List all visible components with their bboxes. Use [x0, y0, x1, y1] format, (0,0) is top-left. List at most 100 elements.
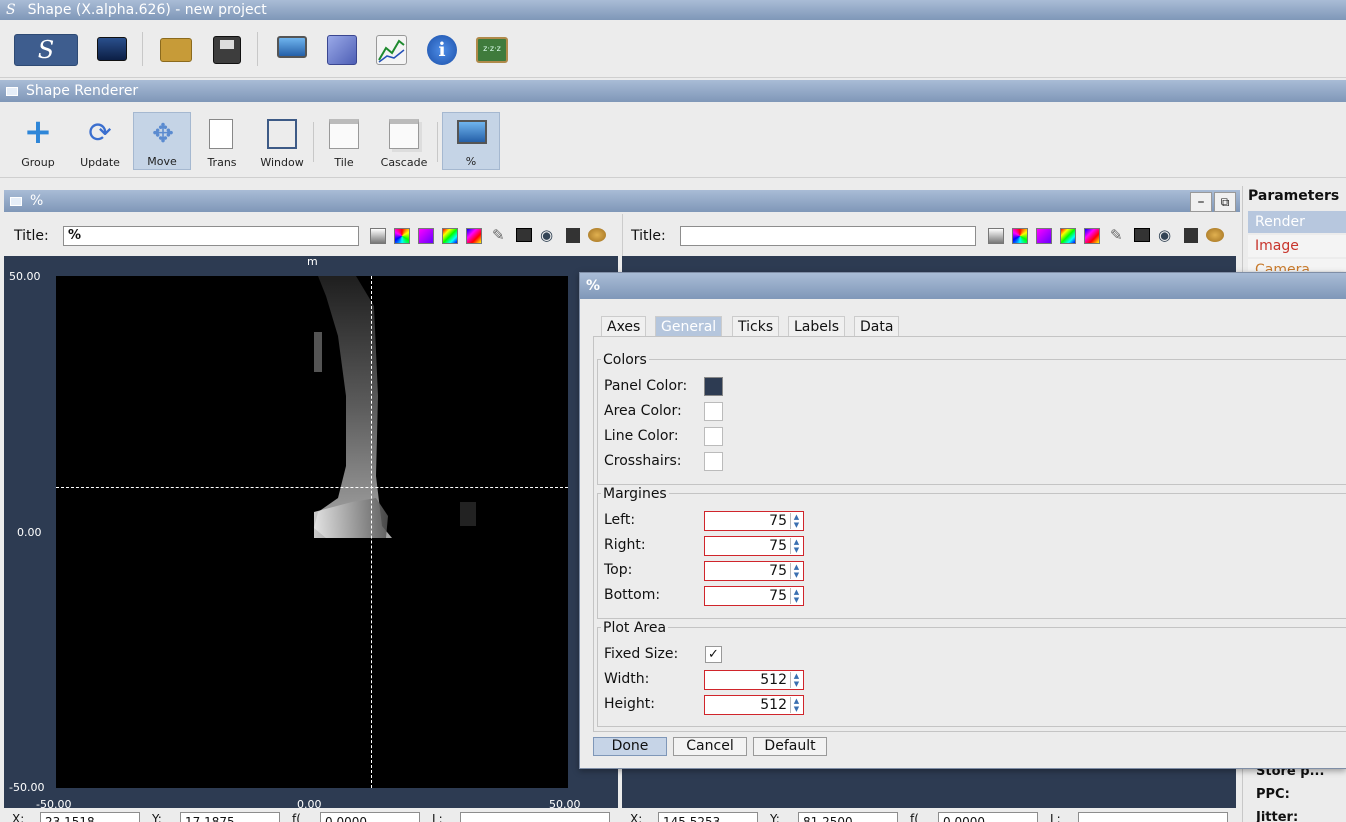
- tab-general[interactable]: General: [655, 316, 723, 336]
- right-title-input[interactable]: [680, 226, 976, 246]
- top-margin-label: Top:: [604, 562, 633, 578]
- crosshair-vertical: [371, 276, 372, 788]
- tab-data[interactable]: Data: [854, 316, 900, 336]
- screen-icon[interactable]: [97, 37, 127, 61]
- rainbow-palette-icon[interactable]: [1012, 228, 1028, 244]
- left-l-label: L:: [432, 812, 443, 822]
- spectrum-palette-icon[interactable]: [1060, 228, 1076, 244]
- minimize-button[interactable]: –: [1190, 192, 1212, 212]
- top-margin-spinner[interactable]: 75 ▲ ▼: [704, 561, 804, 581]
- spinner-arrows-icon[interactable]: ▲ ▼: [790, 588, 802, 604]
- left-x-label: X:: [12, 812, 25, 822]
- colors-group-title: Colors: [601, 352, 649, 368]
- tab-axes[interactable]: Axes: [601, 316, 647, 336]
- width-spinner[interactable]: 512 ▲ ▼: [704, 670, 804, 690]
- info-icon[interactable]: i: [427, 35, 457, 65]
- palette-icon[interactable]: [1206, 228, 1224, 242]
- left-f-field[interactable]: 0.0000: [320, 812, 420, 822]
- width-value: 512: [760, 672, 787, 688]
- monitor-icon: [457, 120, 487, 144]
- magenta-palette-icon[interactable]: [1036, 228, 1052, 244]
- spectrum-palette-icon[interactable]: [442, 228, 458, 244]
- right-l-field[interactable]: [1078, 812, 1228, 822]
- right-x-label: X:: [630, 812, 643, 822]
- restore-button[interactable]: ⧉: [1214, 192, 1236, 212]
- heatmap-area[interactable]: [56, 276, 568, 788]
- right-margin-spinner[interactable]: 75 ▲ ▼: [704, 536, 804, 556]
- spinner-arrows-icon[interactable]: ▲ ▼: [790, 672, 802, 688]
- shape-logo-button[interactable]: S: [14, 34, 78, 66]
- spinner-arrows-icon[interactable]: ▲ ▼: [790, 513, 802, 529]
- window-frame-icon: [267, 119, 297, 149]
- spinner-arrows-icon[interactable]: ▲ ▼: [790, 697, 802, 713]
- monitor-icon[interactable]: [277, 36, 307, 58]
- chalkboard-icon[interactable]: z·z·z: [476, 37, 508, 63]
- percent-window-button[interactable]: %: [442, 112, 500, 170]
- trans-button[interactable]: Trans: [193, 112, 251, 170]
- height-spinner[interactable]: 512 ▲ ▼: [704, 695, 804, 715]
- group-button[interactable]: + Group: [9, 112, 67, 170]
- left-x-field[interactable]: 23.1518: [40, 812, 140, 822]
- gray-palette-icon[interactable]: [988, 228, 1004, 244]
- right-y-field[interactable]: 81.2500: [798, 812, 898, 822]
- rainbow-palette-icon[interactable]: [394, 228, 410, 244]
- y-tick-bottom: -50.00: [9, 781, 45, 794]
- bottom-margin-spinner[interactable]: 75 ▲ ▼: [704, 586, 804, 606]
- spinner-arrows-icon[interactable]: ▲ ▼: [790, 563, 802, 579]
- cancel-button[interactable]: Cancel: [673, 737, 747, 756]
- spinner-arrows-icon[interactable]: ▲ ▼: [790, 538, 802, 554]
- width-label: Width:: [604, 671, 650, 687]
- left-l-field[interactable]: [460, 812, 610, 822]
- signal-speck: [460, 502, 476, 526]
- done-button[interactable]: Done: [593, 737, 667, 756]
- cascade-button[interactable]: Cascade: [375, 112, 433, 170]
- area-color-swatch[interactable]: [704, 402, 723, 421]
- crosshairs-color-swatch[interactable]: [704, 452, 723, 471]
- parameters-item-image[interactable]: Image: [1248, 235, 1346, 257]
- tile-button[interactable]: Tile: [315, 112, 373, 170]
- update-button[interactable]: ⟳ Update: [71, 112, 129, 170]
- left-y-field[interactable]: 17.1875: [180, 812, 280, 822]
- top-margin-value: 75: [769, 563, 787, 579]
- save-icon[interactable]: [1184, 228, 1198, 243]
- fixed-size-checkbox[interactable]: ✓: [705, 646, 722, 663]
- save-icon[interactable]: [213, 36, 241, 64]
- tab-labels[interactable]: Labels: [788, 316, 846, 336]
- graph-icon[interactable]: [376, 35, 407, 65]
- right-x-field[interactable]: 145.5253: [658, 812, 758, 822]
- left-title-input[interactable]: %: [63, 226, 359, 246]
- magenta-palette-icon[interactable]: [418, 228, 434, 244]
- picture-icon[interactable]: [1134, 228, 1150, 242]
- open-folder-icon[interactable]: [160, 38, 192, 62]
- eye-icon[interactable]: ◉: [540, 226, 553, 244]
- parameters-item-render[interactable]: Render: [1248, 211, 1346, 233]
- gray-palette-icon[interactable]: [370, 228, 386, 244]
- default-button[interactable]: Default: [753, 737, 827, 756]
- line-color-swatch[interactable]: [704, 427, 723, 446]
- save-icon[interactable]: [566, 228, 580, 243]
- plot-frame-title-bar: %: [4, 190, 1240, 212]
- cube-icon[interactable]: [327, 35, 357, 65]
- move-button[interactable]: ✥ Move: [133, 112, 191, 170]
- crosshairs-color-label: Crosshairs:: [604, 453, 682, 469]
- wrench-icon[interactable]: ✎: [492, 226, 505, 244]
- right-f-field[interactable]: 0.0000: [938, 812, 1038, 822]
- palette-icon[interactable]: [588, 228, 606, 242]
- parameters-jitter-label: Jitter:: [1256, 810, 1299, 822]
- tab-ticks[interactable]: Ticks: [732, 316, 780, 336]
- cascade-icon: [389, 119, 419, 149]
- picture-icon[interactable]: [516, 228, 532, 242]
- bottom-margin-label: Bottom:: [604, 587, 661, 603]
- hot-palette-icon[interactable]: [466, 228, 482, 244]
- hot-palette-icon[interactable]: [1084, 228, 1100, 244]
- signal-base: [314, 498, 388, 538]
- eye-icon[interactable]: ◉: [1158, 226, 1171, 244]
- bottom-margin-value: 75: [769, 588, 787, 604]
- parameters-item-camera[interactable]: Camera: [1248, 259, 1346, 271]
- panel-color-swatch[interactable]: [704, 377, 723, 396]
- fixed-size-label: Fixed Size:: [604, 646, 679, 662]
- window-button[interactable]: Window: [253, 112, 311, 170]
- wrench-icon[interactable]: ✎: [1110, 226, 1123, 244]
- heatmap-svg: [314, 276, 476, 538]
- left-margin-spinner[interactable]: 75 ▲ ▼: [704, 511, 804, 531]
